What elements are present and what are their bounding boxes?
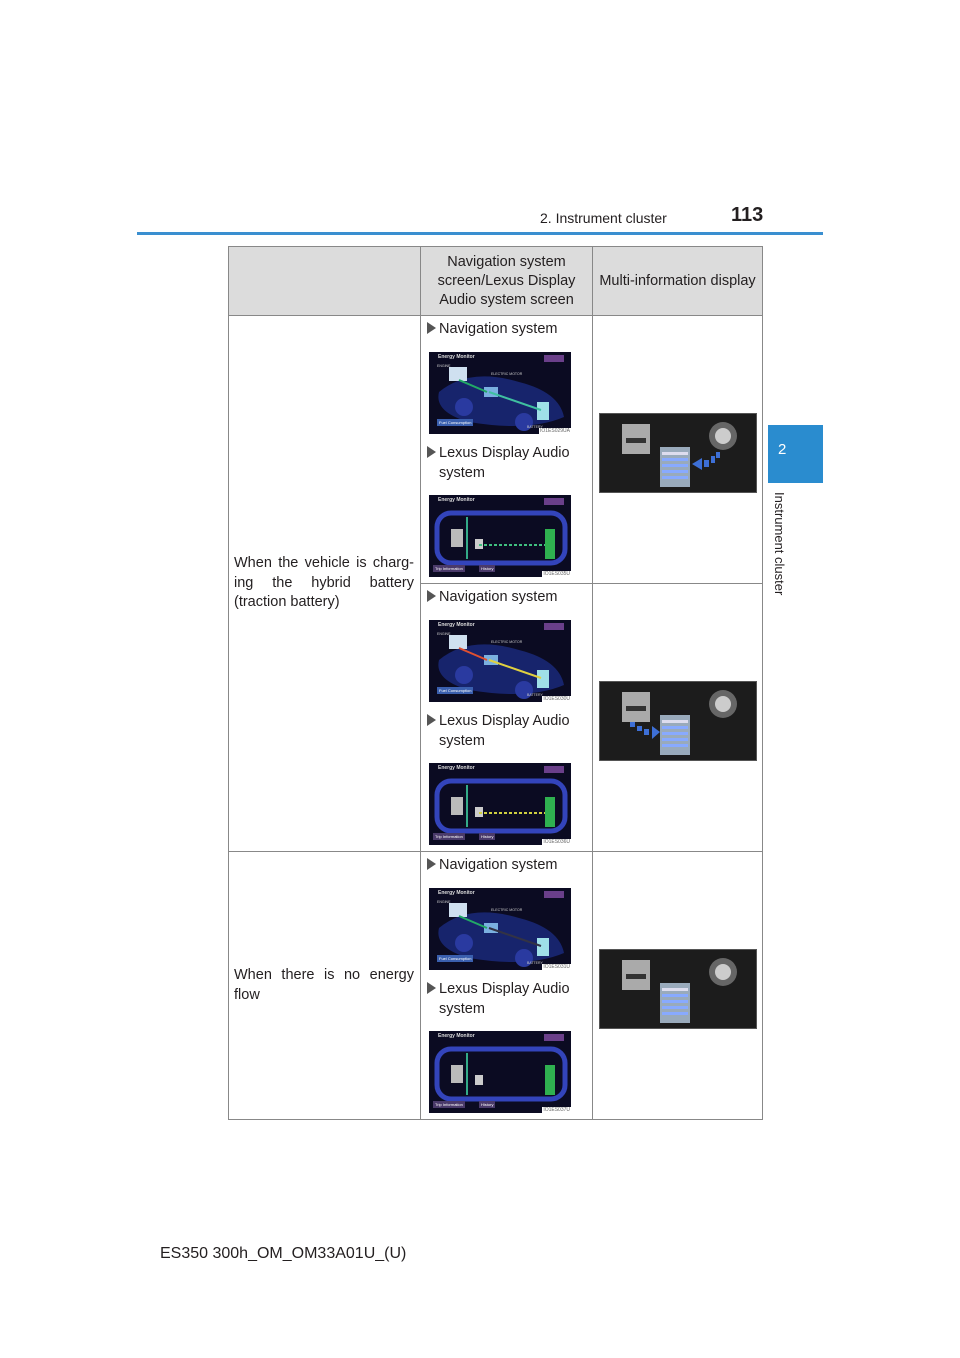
wheel-icon <box>709 958 737 986</box>
image-code: IO1ES030U <box>542 696 571 702</box>
chapter-number: 2 <box>778 441 787 458</box>
motor-label: ELECTRIC MOTOR <box>491 372 523 376</box>
trip-information-button: Trip Information <box>433 565 465 572</box>
fuel-consumption-button: Fuel Consumption <box>437 955 474 962</box>
trip-information-button: Trip Information <box>433 1101 465 1108</box>
back-button-icon <box>544 623 564 630</box>
bullet-heading: Lexus Display Audio system <box>427 979 570 1019</box>
engine-label: ENGINE <box>437 364 451 368</box>
screen-title: Energy Monitor <box>438 354 475 360</box>
table-header-row: Navigation system screen/Lexus Display A… <box>228 246 763 316</box>
back-button-icon <box>544 498 564 505</box>
wheel-icon <box>709 690 737 718</box>
history-button: History <box>479 565 496 572</box>
screen-title: Energy Monitor <box>438 765 475 771</box>
bullet-heading-continued: system <box>439 465 485 481</box>
image-code: IO1ES031U <box>542 964 571 970</box>
flow-arrow-icon <box>630 722 660 739</box>
engine-label: ENGINE <box>437 900 451 904</box>
screen-cell: Navigation system Energy Monitor ENGINE ELE… <box>420 851 593 1120</box>
header-cell-mid: Multi-information display <box>592 246 763 316</box>
footer-doc-code: ES350 300h_OM_OM33A01U_(U) <box>160 1245 407 1262</box>
multi-information-display-screenshot <box>599 413 757 493</box>
triangle-bullet-icon <box>427 322 436 334</box>
manual-page: { "header":{"section":"2. Instrument clu… <box>0 0 960 1358</box>
mid-cell <box>592 583 763 852</box>
table-row: When the vehicle is charg-ing the hybrid… <box>228 315 763 852</box>
condition-cell: When there is no energy flow <box>228 851 421 1120</box>
battery-icon <box>660 983 690 1023</box>
display-audio-energy-monitor-screenshot: Energy Monitor Trip Information History IO1… <box>429 495 571 577</box>
engine-icon <box>622 960 650 990</box>
triangle-bullet-icon <box>427 446 436 458</box>
bullet-heading-continued: system <box>439 733 485 749</box>
engine-label: ENGINE <box>437 632 451 636</box>
energy-flow-table: Navigation system screen/Lexus Display A… <box>228 246 763 1120</box>
history-button: History <box>479 833 496 840</box>
screen-cell: Navigation system Energy Monitor ENGINE ELE… <box>420 315 593 584</box>
header-rule <box>137 232 823 235</box>
bullet-heading: Navigation system <box>427 319 557 339</box>
trip-information-button: Trip Information <box>433 833 465 840</box>
image-code: IO1ES036U <box>542 839 571 845</box>
battery-label: BATTERY <box>527 961 543 965</box>
screen-cell: Navigation system Energy Monitor ENGINE ELE… <box>420 583 593 852</box>
battery-icon <box>660 715 690 755</box>
multi-information-display-screenshot <box>599 949 757 1029</box>
back-button-icon <box>544 355 564 362</box>
bullet-heading: Lexus Display Audio system <box>427 443 570 483</box>
history-button: History <box>479 1101 496 1108</box>
bullet-heading: Navigation system <box>427 855 557 875</box>
mid-cell <box>592 851 763 1120</box>
chapter-label: Instrument cluster <box>772 492 787 596</box>
display-audio-energy-monitor-screenshot: Energy Monitor Trip Information History IO1… <box>429 1031 571 1113</box>
header-cell-condition <box>228 246 421 316</box>
battery-icon <box>660 447 690 487</box>
multi-information-display-screenshot <box>599 681 757 761</box>
triangle-bullet-icon <box>427 858 436 870</box>
flow-arrow-icon <box>692 452 720 470</box>
screen-title: Energy Monitor <box>438 622 475 628</box>
mid-cell <box>592 315 763 584</box>
navigation-energy-monitor-screenshot: Energy Monitor ENGINE ELECTRIC MOTOR BATTER… <box>429 888 571 970</box>
section-title: 2. Instrument cluster <box>540 210 667 226</box>
back-button-icon <box>544 1034 564 1041</box>
battery-label: BATTERY <box>527 693 543 697</box>
triangle-bullet-icon <box>427 714 436 726</box>
screen-title: Energy Monitor <box>438 497 475 503</box>
triangle-bullet-icon <box>427 590 436 602</box>
table-row: When there is no energy flow Navigation … <box>228 851 763 1120</box>
header-cell-screen: Navigation system screen/Lexus Display A… <box>420 246 593 316</box>
navigation-energy-monitor-screenshot: Energy Monitor ENGINE ELECTRIC MOTOR BATTER… <box>429 352 571 434</box>
engine-icon <box>622 424 650 454</box>
condition-cell: When the vehicle is charg-ing the hybrid… <box>228 315 421 852</box>
image-code: IO1ES029UA <box>538 428 571 434</box>
navigation-energy-monitor-screenshot: Energy Monitor ENGINE ELECTRIC MOTOR BATTER… <box>429 620 571 702</box>
screen-title: Energy Monitor <box>438 890 475 896</box>
fuel-consumption-button: Fuel Consumption <box>437 419 474 426</box>
image-code: IO1ES035U <box>542 571 571 577</box>
motor-label: ELECTRIC MOTOR <box>491 908 523 912</box>
chapter-tab[interactable]: 2 <box>768 425 823 483</box>
bullet-heading: Lexus Display Audio system <box>427 711 570 751</box>
fuel-consumption-button: Fuel Consumption <box>437 687 474 694</box>
back-button-icon <box>544 891 564 898</box>
screen-title: Energy Monitor <box>438 1033 475 1039</box>
bullet-heading: Navigation system <box>427 587 557 607</box>
motor-label: ELECTRIC MOTOR <box>491 640 523 644</box>
engine-icon <box>622 692 650 722</box>
bullet-heading-continued: system <box>439 1001 485 1017</box>
back-button-icon <box>544 766 564 773</box>
display-audio-energy-monitor-screenshot: Energy Monitor Trip Information History IO1… <box>429 763 571 845</box>
page-number: 113 <box>731 204 764 226</box>
wheel-icon <box>709 422 737 450</box>
triangle-bullet-icon <box>427 982 436 994</box>
image-code: IO1ES037U <box>542 1107 571 1113</box>
